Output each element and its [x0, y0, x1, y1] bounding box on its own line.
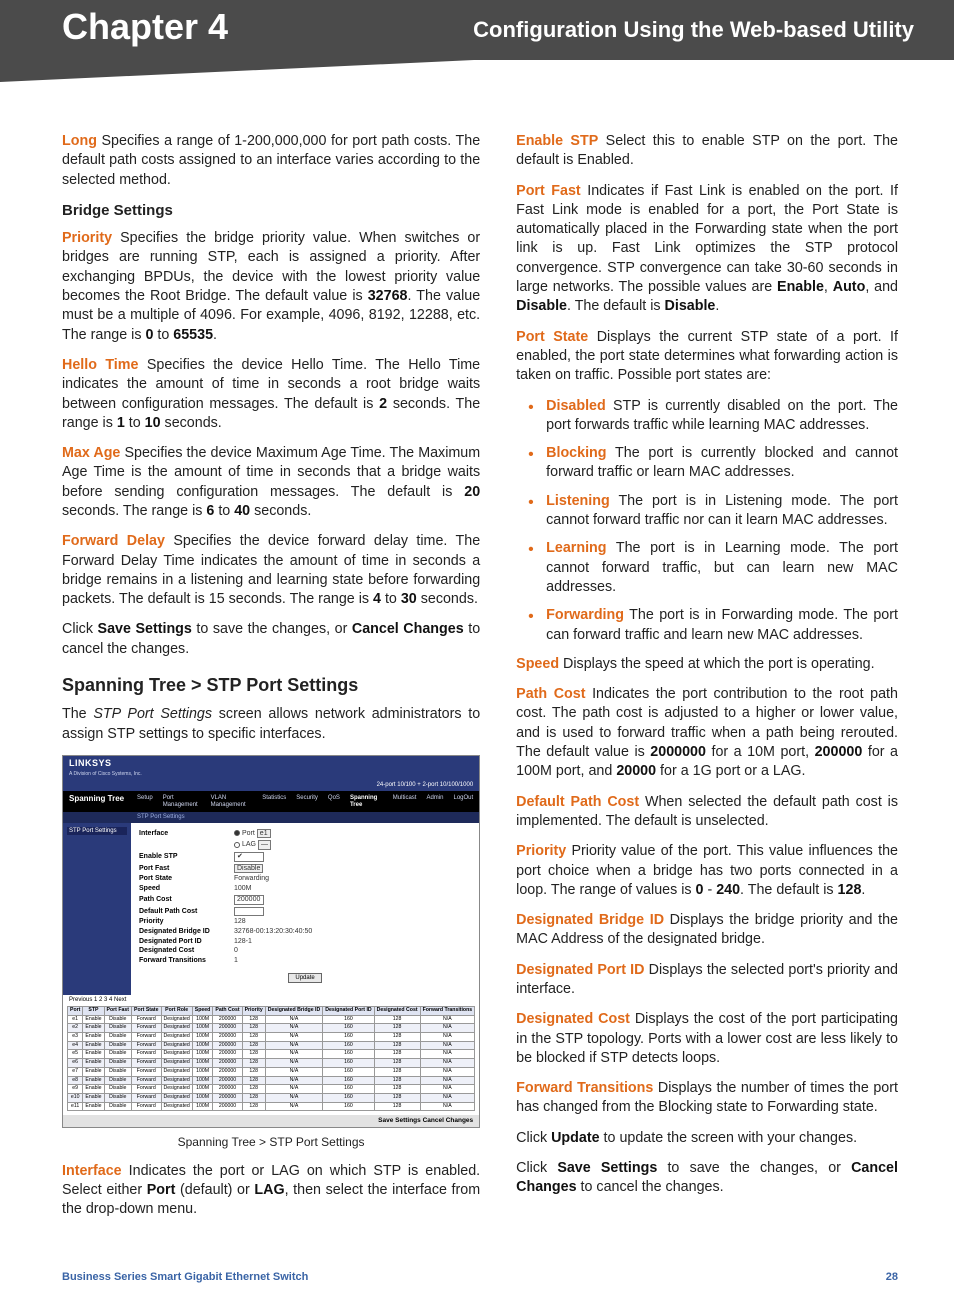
para-long: Long Specifies a range of 1-200,000,000 …: [62, 132, 480, 190]
para-maxage: Max Age Specifies the device Maximum Age…: [62, 444, 480, 521]
shot-form: Interface Port e1 LAG — Enable STP✔ Port…: [131, 823, 479, 996]
state-disabled: Disabled STP is currently disabled on th…: [534, 397, 898, 436]
shot-subbrand: A Division of Cisco Systems, Inc.: [63, 772, 479, 781]
chapter-title: Chapter 4: [62, 6, 228, 48]
shot-navlabel: Spanning Tree: [63, 791, 131, 812]
defpath-checkbox[interactable]: [234, 907, 264, 917]
shot-pager[interactable]: Previous 1 2 3 4 Next: [63, 995, 479, 1006]
para-enable-stp: Enable STP Select this to enable STP on …: [516, 132, 898, 171]
figure-screenshot: LINKSYS A Division of Cisco Systems, Inc…: [62, 755, 480, 1128]
heading-stp-port-settings: Spanning Tree > STP Port Settings: [62, 673, 480, 697]
para-portfast: Port Fast Indicates if Fast Link is enab…: [516, 182, 898, 317]
port-state-list: Disabled STP is currently disabled on th…: [516, 397, 898, 645]
shot-subnav: STP Port Settings: [63, 812, 479, 823]
state-blocking: Blocking The port is currently blocked a…: [534, 444, 898, 483]
shot-brand: LINKSYS: [63, 756, 479, 772]
para-portstate: Port State Displays the current STP stat…: [516, 328, 898, 386]
radio-lag[interactable]: [234, 842, 240, 848]
para-defpath: Default Path Cost When selected the defa…: [516, 793, 898, 832]
shot-table: PortSTPPort FastPort StatePort RoleSpeed…: [63, 1006, 479, 1116]
page-footer: Business Series Smart Gigabit Ethernet S…: [0, 1231, 954, 1283]
content-columns: Long Specifies a range of 1-200,000,000 …: [0, 82, 954, 1231]
page-number: 28: [886, 1271, 898, 1283]
shot-topright: 24-port 10/100 + 2-port 10/100/1000: [63, 780, 479, 791]
para-update: Click Update to update the screen with y…: [516, 1129, 898, 1148]
para-dcost: Designated Cost Displays the cost of the…: [516, 1010, 898, 1068]
para-ftrans: Forward Transitions Displays the number …: [516, 1079, 898, 1118]
para-save-r: Click Save Settings to save the changes,…: [516, 1159, 898, 1198]
para-fdelay: Forward Delay Specifies the device forwa…: [62, 532, 480, 609]
shot-save-row[interactable]: Save Settings Cancel Changes: [63, 1115, 479, 1126]
para-dpid: Designated Port ID Displays the selected…: [516, 961, 898, 1000]
radio-port[interactable]: [234, 830, 240, 836]
para-hello: Hello Time Specifies the device Hello Ti…: [62, 356, 480, 433]
para-interface: Interface Indicates the port or LAG on w…: [62, 1162, 480, 1220]
heading-bridge-settings: Bridge Settings: [62, 201, 480, 221]
shot-leftnav: STP Port Settings: [63, 823, 131, 996]
para-dbid: Designated Bridge ID Displays the bridge…: [516, 911, 898, 950]
para-section-intro: The STP Port Settings screen allows netw…: [62, 705, 480, 744]
shot-body: STP Port Settings Interface Port e1 LAG …: [63, 823, 479, 996]
para-speed: Speed Displays the speed at which the po…: [516, 655, 898, 674]
para-priority-r: Priority Priority value of the port. Thi…: [516, 842, 898, 900]
enable-stp-checkbox[interactable]: ✔: [234, 852, 264, 862]
screenshot: LINKSYS A Division of Cisco Systems, Inc…: [62, 755, 480, 1128]
state-forwarding: Forwarding The port is in Forwarding mod…: [534, 606, 898, 645]
para-save: Click Save Settings to save the changes,…: [62, 620, 480, 659]
update-button[interactable]: Update: [288, 973, 321, 984]
footer-left: Business Series Smart Gigabit Ethernet S…: [62, 1271, 308, 1283]
term-long: Long: [62, 133, 97, 149]
figure-caption: Spanning Tree > STP Port Settings: [62, 1134, 480, 1150]
state-listening: Listening The port is in Listening mode.…: [534, 492, 898, 531]
shot-navtabs: Setup Port Management VLAN Management St…: [131, 791, 479, 812]
para-priority: Priority Specifies the bridge priority v…: [62, 229, 480, 345]
page-header: Configuration Using the Web-based Utilit…: [0, 0, 954, 82]
para-pathcost: Path Cost Indicates the port contributio…: [516, 685, 898, 781]
right-column: Enable STP Select this to enable STP on …: [516, 132, 898, 1231]
state-learning: Learning The port is in Learning mode. T…: [534, 539, 898, 597]
shot-navrow: Spanning Tree Setup Port Management VLAN…: [63, 791, 479, 812]
left-column: Long Specifies a range of 1-200,000,000 …: [62, 132, 480, 1231]
